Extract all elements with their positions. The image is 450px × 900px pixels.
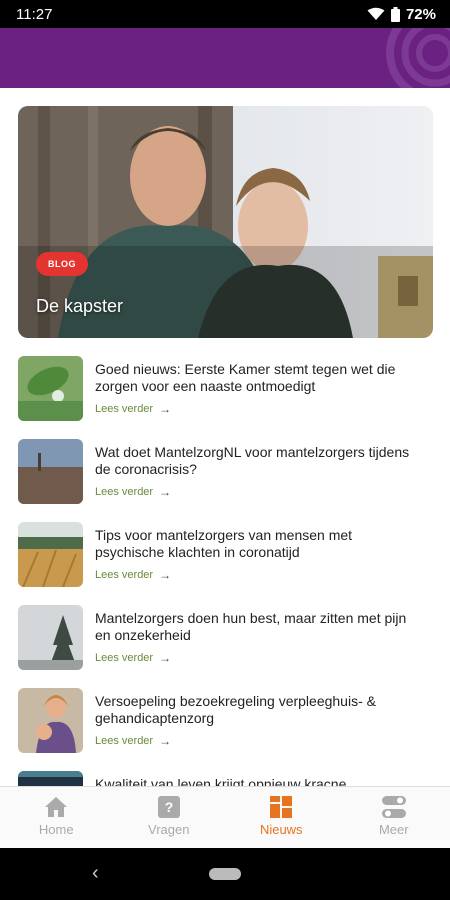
news-title: Versoepeling bezoekregeling verpleeghuis… — [95, 693, 376, 726]
arrow-right-icon: → — [159, 568, 172, 582]
arrow-right-icon: → — [159, 485, 172, 499]
news-thumbnail — [18, 688, 83, 753]
nav-vragen[interactable]: ? Vragen — [113, 787, 226, 848]
status-icons: 72% — [367, 6, 436, 23]
news-thumbnail — [18, 439, 83, 504]
news-thumbnail — [18, 771, 83, 786]
news-item[interactable]: Wat doet MantelzorgNL voor mantelzorgers… — [0, 439, 450, 522]
news-title: Kwaliteit van leven krijgt opnieuw kracn… — [95, 776, 347, 786]
news-thumbnail — [18, 356, 83, 421]
news-item[interactable]: Mantelzorgers doen hun best, maar zitten… — [0, 605, 450, 688]
nav-nieuws[interactable]: Nieuws — [225, 787, 338, 848]
svg-text:?: ? — [164, 799, 173, 815]
news-item[interactable]: Versoepeling bezoekregeling verpleeghuis… — [0, 688, 450, 771]
bottom-nav: Home ? Vragen Nieuws Meer — [0, 786, 450, 848]
question-icon: ? — [157, 796, 180, 818]
brand-swirl-icon — [386, 28, 450, 88]
news-item[interactable]: Tips voor mantelzorgers van mensen met p… — [0, 522, 450, 605]
news-item[interactable]: Goed nieuws: Eerste Kamer stemt tegen we… — [0, 356, 450, 439]
news-item[interactable]: Kwaliteit van leven krijgt opnieuw kracn… — [0, 771, 450, 786]
arrow-right-icon: → — [159, 651, 172, 665]
news-title: Mantelzorgers doen hun best, maar zitten… — [95, 610, 407, 643]
news-content[interactable]: BLOG De kapster Goed nieuws: Eerste Kame… — [0, 88, 450, 786]
news-title: Tips voor mantelzorgers van mensen met p… — [95, 527, 353, 560]
news-list: Goed nieuws: Eerste Kamer stemt tegen we… — [0, 356, 450, 786]
battery-percent: 72% — [405, 5, 436, 23]
nav-meer[interactable]: Meer — [338, 787, 450, 848]
status-time: 11:27 — [16, 5, 53, 23]
wifi-icon — [367, 7, 385, 20]
read-more-link[interactable]: Lees verder → — [95, 734, 171, 748]
hero-title: De kapster — [36, 296, 124, 316]
home-icon — [45, 797, 68, 817]
arrow-right-icon: → — [159, 402, 172, 416]
home-pill-button[interactable] — [209, 868, 241, 880]
battery-icon — [390, 6, 400, 22]
news-grid-icon — [270, 796, 293, 818]
read-more-link[interactable]: Lees verder → — [95, 651, 171, 665]
status-bar: 11:27 72% — [0, 0, 450, 28]
news-thumbnail — [18, 522, 83, 587]
news-title: Goed nieuws: Eerste Kamer stemt tegen we… — [95, 361, 396, 394]
app-header — [0, 28, 450, 88]
news-title: Wat doet MantelzorgNL voor mantelzorgers… — [95, 444, 410, 477]
read-more-link[interactable]: Lees verder → — [95, 402, 171, 416]
blog-badge: BLOG — [36, 252, 88, 276]
hero-card[interactable]: BLOG De kapster — [18, 106, 433, 338]
nav-home[interactable]: Home — [0, 787, 113, 848]
back-icon[interactable]: ‹ — [92, 862, 99, 885]
system-nav-bar: ‹ — [0, 848, 450, 900]
read-more-link[interactable]: Lees verder → — [95, 485, 171, 499]
arrow-right-icon: → — [159, 734, 172, 748]
news-thumbnail — [18, 605, 83, 670]
read-more-link[interactable]: Lees verder → — [95, 568, 171, 582]
toggle-icon — [381, 796, 406, 818]
